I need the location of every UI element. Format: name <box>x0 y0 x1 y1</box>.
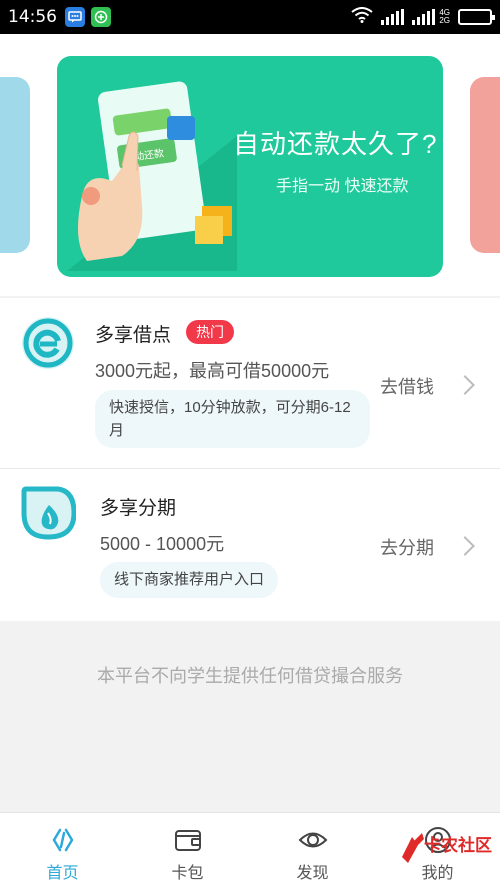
status-time: 14:56 <box>8 7 57 27</box>
battery-icon <box>458 9 495 25</box>
signal-icon <box>381 9 405 25</box>
product-list: 多享借点 热门 3000元起，最高可借50000元 快速授信，10分钟放款，可分… <box>0 298 500 621</box>
banner-next-card[interactable] <box>470 77 500 253</box>
product-description: 快速授信，10分钟放款，可分期6-12月 <box>95 390 370 448</box>
chevron-right-icon <box>455 375 475 395</box>
tab-wallet[interactable]: 卡包 <box>125 813 250 888</box>
product-description: 线下商家推荐用户入口 <box>100 562 279 598</box>
product-name: 多享借点 <box>95 325 172 346</box>
eye-icon <box>298 832 327 848</box>
banner-prev-card[interactable] <box>0 77 30 253</box>
wifi-icon <box>351 6 373 28</box>
network-type: 4G 2G <box>439 8 450 25</box>
product-item-duoxiang-fenqi[interactable]: 多享分期 5000 - 10000元 线下商家推荐用户入口 去分期 <box>0 469 500 621</box>
status-bar: 14:56 4G 2G <box>0 0 500 34</box>
installment-button[interactable]: 去分期 <box>380 534 434 560</box>
tab-discover[interactable]: 发现 <box>250 813 375 888</box>
product-name: 多享分期 <box>100 498 177 519</box>
wallet-icon <box>174 830 201 851</box>
home-icon <box>52 828 73 852</box>
tab-label: 首页 <box>46 865 79 882</box>
kanong-community-watermark: 卡农社区 <box>402 833 492 863</box>
banner-subtitle: 手指一动 快速还款 <box>276 178 409 195</box>
product-amount: 3000元起，最高可借50000元 <box>95 361 330 381</box>
tab-label: 卡包 <box>171 865 204 882</box>
banner-card[interactable]: 自动还款 自动还款太久了? 手指一动 快速还款 <box>57 56 443 277</box>
banner-title: 自动还款太久了? <box>233 129 438 159</box>
product-amount: 5000 - 10000元 <box>100 534 225 554</box>
duoxiang-fenqi-logo <box>21 486 76 540</box>
duoxiang-jiedian-logo <box>22 317 74 369</box>
tab-label: 发现 <box>296 865 329 882</box>
watermark-text: 卡农社区 <box>424 835 492 856</box>
signal-icon <box>412 9 436 25</box>
banner-illustration: 自动还款 <box>67 81 237 271</box>
wechat-app-icon <box>91 7 111 27</box>
tab-home[interactable]: 首页 <box>0 813 125 888</box>
chevron-right-icon <box>455 536 475 556</box>
borrow-button[interactable]: 去借钱 <box>380 373 434 399</box>
banner-carousel[interactable]: 自动还款 自动还款太久了? 手指一动 快速还款 <box>0 34 500 296</box>
student-notice: 本平台不向学生提供任何借贷撮合服务 <box>97 666 403 686</box>
message-app-icon <box>65 7 85 27</box>
product-item-duoxiang-jiedian[interactable]: 多享借点 热门 3000元起，最高可借50000元 快速授信，10分钟放款，可分… <box>0 298 500 469</box>
hot-badge: 热门 <box>186 320 234 344</box>
